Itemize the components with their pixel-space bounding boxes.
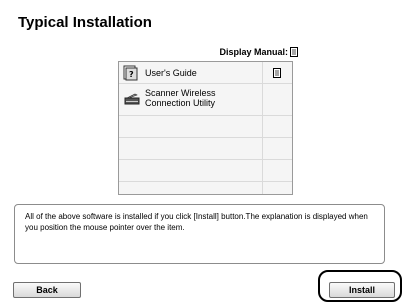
empty-list-row [119, 182, 292, 194]
empty-list-row [119, 138, 292, 160]
manual-cell[interactable] [263, 62, 292, 83]
display-manual-legend: Display Manual: [219, 47, 298, 57]
software-list: ? User's Guide Scanner Wireless Connecti… [118, 61, 293, 195]
back-button[interactable]: Back [13, 282, 81, 298]
list-item[interactable]: Scanner Wireless Connection Utility [119, 84, 292, 116]
svg-text:?: ? [129, 70, 134, 79]
list-item-name-cell: Scanner Wireless Connection Utility [119, 84, 263, 115]
manual-document-icon [290, 47, 298, 57]
manual-cell [263, 84, 292, 115]
empty-list-row [119, 160, 292, 182]
manual-cell [263, 160, 292, 181]
empty-list-row [119, 116, 292, 138]
manual-cell [263, 182, 292, 194]
list-item-name-cell: ? User's Guide [119, 62, 263, 83]
page-title: Typical Installation [18, 14, 152, 31]
install-button[interactable]: Install [329, 282, 395, 298]
list-item-name-cell [119, 116, 263, 137]
description-box: All of the above software is installed i… [14, 204, 385, 264]
manual-cell [263, 116, 292, 137]
scanner-icon [124, 93, 140, 105]
list-item-label: User's Guide [145, 68, 197, 78]
display-manual-label: Display Manual: [219, 47, 288, 57]
list-item-label: Scanner Wireless Connection Utility [145, 88, 216, 108]
list-item-name-cell [119, 182, 263, 194]
list-item[interactable]: ? User's Guide [119, 62, 292, 84]
list-item-name-cell [119, 138, 263, 159]
manual-document-icon[interactable] [273, 68, 281, 78]
list-item-name-cell [119, 160, 263, 181]
users-guide-book-icon: ? [123, 65, 138, 81]
manual-cell [263, 138, 292, 159]
